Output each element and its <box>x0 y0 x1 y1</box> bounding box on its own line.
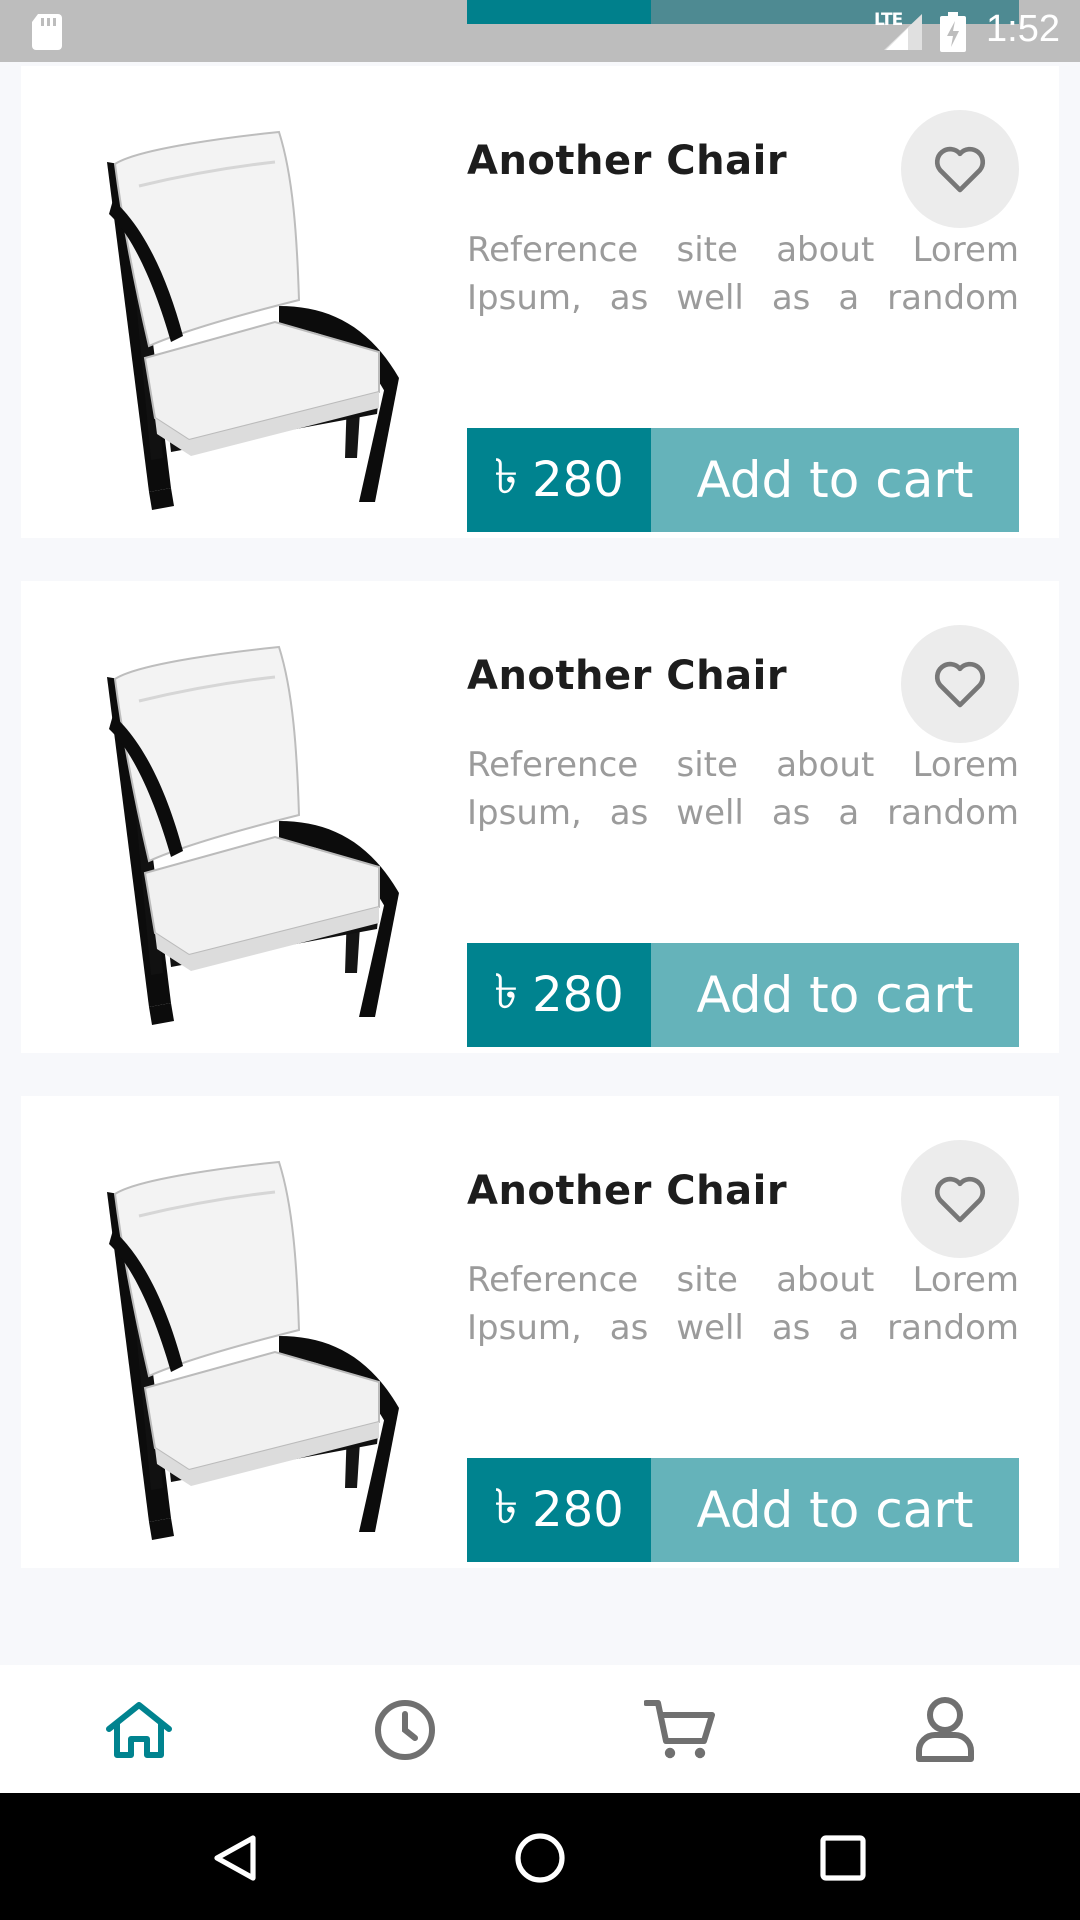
heart-outline-icon <box>934 661 986 708</box>
product-card[interactable]: Another Chair Reference site about Lorem… <box>21 66 1059 538</box>
recents-icon <box>820 1835 866 1881</box>
product-title: Another Chair <box>467 138 788 184</box>
product-description: Reference site about Lorem Ipsum, as wel… <box>467 1260 1019 1348</box>
favorite-button[interactable] <box>901 110 1019 228</box>
price-value: 280 <box>532 452 624 508</box>
nav-history[interactable] <box>365 1695 445 1765</box>
heart-outline-icon <box>934 146 986 193</box>
signal-icon <box>884 14 922 50</box>
add-to-cart-button[interactable]: Add to cart <box>651 428 1019 532</box>
currency-symbol: ৳ <box>494 448 519 505</box>
system-navigation-bar <box>0 1793 1080 1920</box>
armchair-image <box>79 96 439 516</box>
price-tag: ৳ 280 <box>467 428 651 532</box>
price-tag: ৳ 280 <box>467 943 651 1047</box>
product-description: Reference site about Lorem Ipsum, as wel… <box>467 745 1019 833</box>
product-title: Another Chair <box>467 653 788 699</box>
product-card[interactable]: Another Chair Reference site about Lorem… <box>21 1096 1059 1568</box>
sd-card-icon <box>32 14 62 50</box>
price-value: 280 <box>532 967 624 1023</box>
product-description: Reference site about Lorem Ipsum, as wel… <box>467 230 1019 318</box>
armchair-image <box>79 1126 439 1546</box>
favorite-button[interactable] <box>901 1140 1019 1258</box>
home-circle-icon <box>515 1833 565 1883</box>
battery-charging-icon <box>940 12 966 52</box>
product-title: Another Chair <box>467 1168 788 1214</box>
add-to-cart-button[interactable]: Add to cart <box>651 943 1019 1047</box>
add-to-cart-button[interactable]: Add to cart <box>651 1458 1019 1562</box>
currency-symbol: ৳ <box>494 1478 519 1535</box>
favorite-button[interactable] <box>901 625 1019 743</box>
system-home-button[interactable] <box>505 1823 575 1893</box>
home-icon <box>106 1702 172 1758</box>
user-icon <box>916 1697 974 1762</box>
status-time: 1:52 <box>986 8 1060 50</box>
nav-home[interactable] <box>99 1695 179 1765</box>
armchair-image <box>79 611 439 1031</box>
clock-icon <box>375 1700 435 1760</box>
product-card[interactable]: Another Chair Reference site about Lorem… <box>21 581 1059 1053</box>
cart-icon <box>644 1700 715 1759</box>
system-recents-button[interactable] <box>808 1823 878 1893</box>
price-value: 280 <box>532 1482 624 1538</box>
price-tag: ৳ 280 <box>467 1458 651 1562</box>
nav-cart[interactable] <box>640 1695 720 1765</box>
nav-profile[interactable] <box>905 1695 985 1765</box>
status-bar: LTE 1:52 <box>0 0 1080 62</box>
currency-symbol: ৳ <box>494 963 519 1020</box>
heart-outline-icon <box>934 1176 986 1223</box>
system-back-button[interactable] <box>200 1823 270 1893</box>
back-icon <box>214 1835 256 1881</box>
bottom-navigation <box>0 1665 1080 1793</box>
price-strip-peek <box>467 0 651 24</box>
